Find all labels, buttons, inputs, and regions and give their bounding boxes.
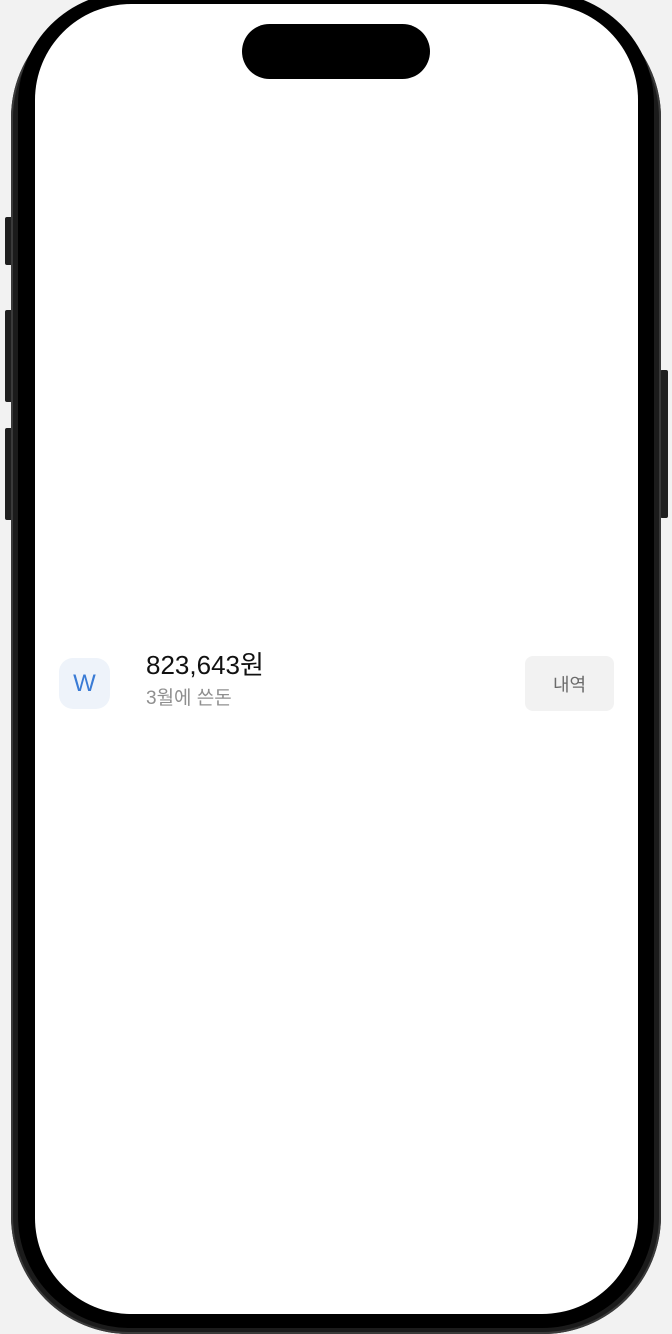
phone-screen: W 823,643원 3월에 쓴돈 내역 [35,4,638,1314]
spending-caption: 3월에 쓴돈 [146,688,232,709]
won-icon: W [59,658,110,709]
device-stage: W 823,643원 3월에 쓴돈 내역 [0,0,672,1334]
power-button [660,370,668,518]
spending-amount: 823,643원 [146,650,264,680]
won-icon-letter: W [73,669,96,697]
dynamic-island [242,24,430,79]
monthly-spending-row: W 823,643원 3월에 쓴돈 내역 [35,646,638,720]
history-button[interactable]: 내역 [525,656,614,711]
